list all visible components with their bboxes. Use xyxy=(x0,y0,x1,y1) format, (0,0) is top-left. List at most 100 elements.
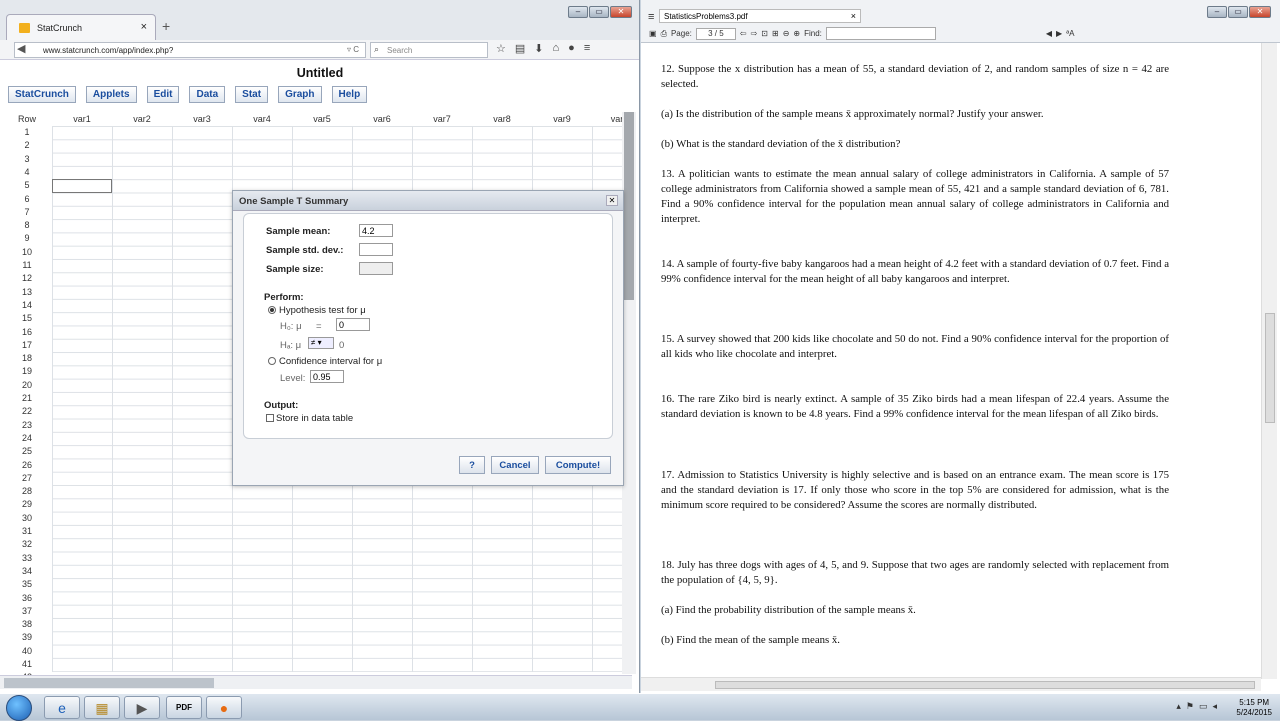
row-number[interactable]: 13 xyxy=(2,286,52,299)
menu-graph[interactable]: Graph xyxy=(278,86,322,103)
close-tab-icon[interactable]: × xyxy=(141,21,147,33)
store-in-data-table-option[interactable]: Store in data table xyxy=(266,413,353,424)
url-bar[interactable]: ◀ www.statcrunch.com/app/index.php? ▿ C xyxy=(14,42,366,58)
help-button[interactable]: ? xyxy=(459,456,485,474)
column-header-var8[interactable]: var8 xyxy=(472,112,532,126)
row-number[interactable]: 2 xyxy=(2,139,52,152)
reading-list-icon[interactable]: ▤ xyxy=(515,42,525,55)
menu-data[interactable]: Data xyxy=(189,86,226,103)
row-number[interactable]: 26 xyxy=(2,459,52,472)
sample-sd-input[interactable] xyxy=(359,243,393,256)
row-number[interactable]: 39 xyxy=(2,631,52,644)
row-number[interactable]: 7 xyxy=(2,206,52,219)
bookmark-star-icon[interactable]: ☆ xyxy=(496,42,506,55)
reload-icon[interactable]: ▿ C xyxy=(347,45,359,54)
hypothesis-test-radio[interactable] xyxy=(268,306,276,314)
row-number[interactable]: 16 xyxy=(2,326,52,339)
row-number[interactable]: 38 xyxy=(2,618,52,631)
row-number[interactable]: 15 xyxy=(2,312,52,325)
row-number[interactable]: 35 xyxy=(2,578,52,591)
row-number[interactable]: 3 xyxy=(2,153,52,166)
h0-value-input[interactable]: 0 xyxy=(336,318,370,331)
sample-mean-input[interactable]: 4.2 xyxy=(359,224,393,237)
row-number[interactable]: 18 xyxy=(2,352,52,365)
pdf-reader-icon[interactable]: PDF xyxy=(166,696,202,719)
row-number[interactable]: 34 xyxy=(2,565,52,578)
taskbar-clock[interactable]: 5:15 PM 5/24/2015 xyxy=(1236,698,1272,718)
cancel-button[interactable]: Cancel xyxy=(491,456,539,474)
row-number[interactable]: 21 xyxy=(2,392,52,405)
confidence-interval-radio[interactable] xyxy=(268,357,276,365)
row-number[interactable]: 20 xyxy=(2,379,52,392)
download-icon[interactable]: ⬇ xyxy=(534,42,543,55)
row-number[interactable]: 17 xyxy=(2,339,52,352)
media-player-icon[interactable]: ▶ xyxy=(124,696,160,719)
firefox-icon[interactable]: ● xyxy=(206,696,242,719)
window-close-icon[interactable]: ✕ xyxy=(1249,6,1271,18)
dialog-close-icon[interactable]: ✕ xyxy=(606,195,618,206)
system-tray-icons[interactable]: ▴⚑▭◂ xyxy=(1176,701,1222,712)
column-header-var2[interactable]: var2 xyxy=(112,112,172,126)
zoom-in-icon[interactable]: ⊕ xyxy=(793,29,800,38)
chat-icon[interactable]: ● xyxy=(568,42,575,55)
row-number[interactable]: 28 xyxy=(2,485,52,498)
search-input[interactable]: ⌕ Search xyxy=(370,42,488,58)
column-header-var1[interactable]: var1 xyxy=(52,112,112,126)
scroll-thumb[interactable] xyxy=(624,112,634,300)
row-number[interactable]: 33 xyxy=(2,552,52,565)
row-number[interactable]: 1 xyxy=(2,126,52,139)
row-number[interactable]: 14 xyxy=(2,299,52,312)
fit-page-icon[interactable]: ⊡ xyxy=(761,29,768,38)
table-horizontal-scrollbar[interactable] xyxy=(0,675,632,689)
row-number[interactable]: 4 xyxy=(2,166,52,179)
compute-button[interactable]: Compute! xyxy=(545,456,611,474)
store-checkbox[interactable] xyxy=(266,414,274,422)
ha-operator-select[interactable]: ≠ ▾ xyxy=(308,337,334,349)
menu-applets[interactable]: Applets xyxy=(85,86,137,103)
sample-size-input[interactable] xyxy=(359,262,393,275)
scroll-thumb[interactable] xyxy=(4,678,214,688)
column-header-var4[interactable]: var4 xyxy=(232,112,292,126)
row-number[interactable]: 36 xyxy=(2,592,52,605)
open-file-icon[interactable]: ▣ xyxy=(649,29,657,38)
table-vertical-scrollbar[interactable] xyxy=(622,112,636,674)
column-header-var5[interactable]: var5 xyxy=(292,112,352,126)
row-number[interactable]: 31 xyxy=(2,525,52,538)
pdf-tab[interactable]: StatisticsProblems3.pdf × xyxy=(659,9,861,23)
prev-page-icon[interactable]: ⇦ xyxy=(740,29,747,38)
row-number[interactable]: 24 xyxy=(2,432,52,445)
selected-cell[interactable] xyxy=(52,179,112,193)
menu-statcrunch[interactable]: StatCrunch xyxy=(8,86,76,103)
row-number[interactable]: 30 xyxy=(2,512,52,525)
zoom-out-icon[interactable]: ⊖ xyxy=(783,29,790,38)
new-tab-icon[interactable]: + xyxy=(162,18,170,34)
row-number[interactable]: 12 xyxy=(2,272,52,285)
hypothesis-test-option[interactable]: Hypothesis test for μ xyxy=(268,305,366,316)
browser-tab-statcrunch[interactable]: StatCrunch × xyxy=(6,14,156,40)
pdf-horizontal-scrollbar[interactable] xyxy=(641,677,1261,691)
scroll-thumb[interactable] xyxy=(1265,313,1275,423)
home-icon[interactable]: ⌂ xyxy=(553,42,560,55)
next-page-icon[interactable]: ⇨ xyxy=(751,29,758,38)
back-arrow-icon[interactable]: ◀ xyxy=(17,42,25,55)
find-input[interactable] xyxy=(825,27,936,40)
row-number[interactable]: 23 xyxy=(2,419,52,432)
find-prev-icon[interactable]: ◀ xyxy=(1046,29,1052,38)
pdf-vertical-scrollbar[interactable] xyxy=(1261,43,1277,679)
row-number[interactable]: 29 xyxy=(2,498,52,511)
row-number[interactable]: 40 xyxy=(2,645,52,658)
row-number[interactable]: 27 xyxy=(2,472,52,485)
internet-explorer-icon[interactable]: e xyxy=(44,696,80,719)
column-header-var9[interactable]: var9 xyxy=(532,112,592,126)
minimize-icon[interactable]: – xyxy=(568,6,588,18)
confidence-interval-option[interactable]: Confidence interval for μ xyxy=(268,356,382,367)
row-number[interactable]: 37 xyxy=(2,605,52,618)
row-number[interactable]: 10 xyxy=(2,246,52,259)
row-number[interactable]: 8 xyxy=(2,219,52,232)
row-number[interactable]: 41 xyxy=(2,658,52,671)
fit-width-icon[interactable]: ⊞ xyxy=(772,29,779,38)
row-number[interactable]: 32 xyxy=(2,538,52,551)
column-header-var7[interactable]: var7 xyxy=(412,112,472,126)
row-number[interactable]: 19 xyxy=(2,365,52,378)
file-explorer-icon[interactable]: ▦ xyxy=(84,696,120,719)
